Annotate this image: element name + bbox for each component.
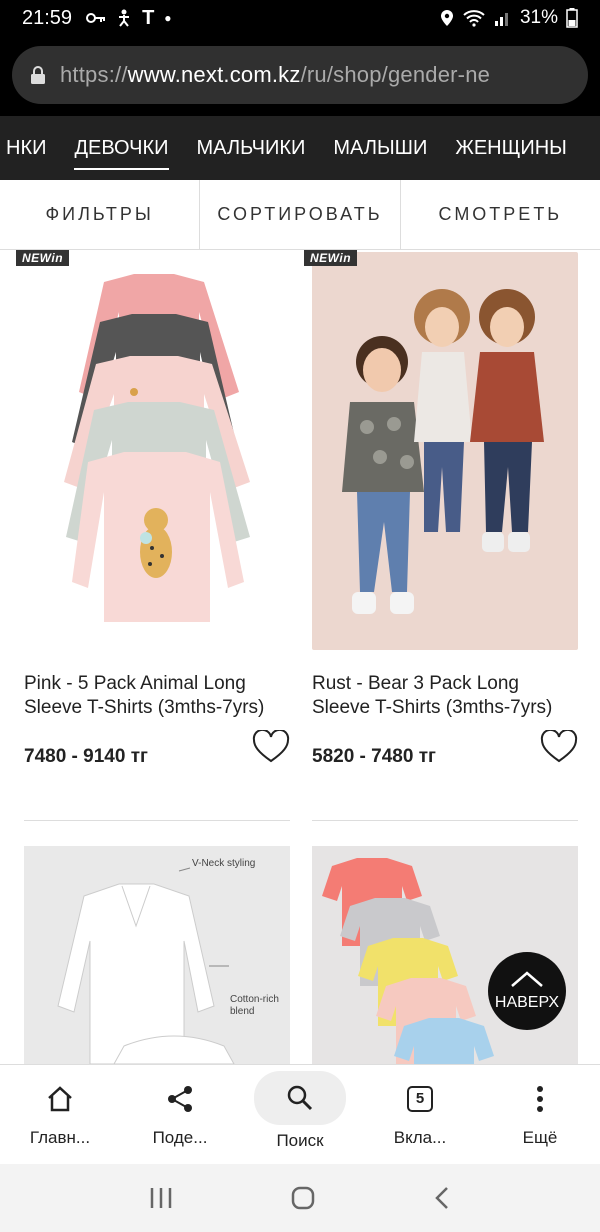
url-bar[interactable]: https://www.next.com.kz/ru/shop/gender-n… (12, 46, 588, 104)
tabs-count: 5 (415, 1090, 425, 1107)
sort-button[interactable]: СОРТИРОВАТЬ (200, 180, 401, 249)
url-scheme: https:// (60, 62, 128, 87)
product-card[interactable]: NEWin Rust - Bear 3 Pack Long Sleeve T-S… (304, 250, 578, 768)
tabs-icon: 5 (407, 1085, 433, 1112)
url-text: https://www.next.com.kz/ru/shop/gender-n… (60, 62, 490, 88)
category-tab-shoes[interactable]: НКИ (0, 137, 60, 160)
share-icon (168, 1085, 192, 1112)
home-icon (48, 1085, 72, 1111)
search-label: Поиск (276, 1130, 324, 1150)
category-tab-boys[interactable]: МАЛЬЧИКИ (183, 137, 320, 160)
annotation-cotton-line1: Cotton-rich (230, 994, 279, 1005)
home-label: Главн... (29, 1127, 91, 1147)
battery-percent: 31% (519, 7, 558, 28)
product-image[interactable] (24, 252, 290, 650)
view-button[interactable]: СМОТРЕТЬ (401, 180, 600, 249)
back-nav-icon[interactable] (432, 1185, 452, 1211)
product-title[interactable]: Pink - 5 Pack Animal Long Sleeve T-Shirt… (24, 672, 290, 720)
location-icon (440, 10, 453, 26)
status-bar: 21:59 T ● 31% (0, 0, 600, 36)
product-image[interactable]: V-Neck styling Cotton-rich blend (24, 846, 290, 1064)
divider (312, 820, 578, 821)
dot-icon: ● (164, 11, 172, 25)
home-nav-icon[interactable] (290, 1185, 316, 1211)
heart-icon[interactable] (252, 730, 290, 764)
filters-button[interactable]: ФИЛЬТРЫ (0, 180, 201, 249)
recent-apps-icon[interactable] (148, 1186, 174, 1210)
children-photo (342, 289, 544, 614)
url-path: /ru/shop/gender-ne (300, 62, 491, 87)
tabs-button[interactable]: 5 Вкла... (360, 1065, 480, 1164)
browser-toolbar: https://www.next.com.kz/ru/shop/gender-n… (0, 36, 600, 116)
annotation-cotton: Cotton-rich blend (230, 994, 279, 1018)
search-icon (287, 1085, 313, 1110)
category-tab-girls[interactable]: ДЕВОЧКИ (60, 137, 182, 170)
category-nav: НКИ ДЕВОЧКИ МАЛЬЧИКИ МАЛЫШИ ЖЕНЩИНЫ (0, 116, 600, 180)
share-button[interactable]: Поде... (120, 1065, 240, 1164)
product-title[interactable]: Rust - Bear 3 Pack Long Sleeve T-Shirts … (312, 672, 578, 720)
more-vert-icon (537, 1085, 543, 1112)
system-navigation-bar (0, 1164, 600, 1232)
more-label: Ещё (522, 1127, 558, 1147)
accessibility-icon (119, 9, 130, 27)
key-icon (86, 13, 106, 23)
product-price: 5820 - 7480 тг (312, 746, 436, 767)
tshirt-stack-illustration (64, 274, 250, 622)
back-to-top-label: НАВЕРХ (494, 994, 560, 1011)
annotation-cotton-line2: blend (230, 1006, 255, 1017)
heart-icon[interactable] (540, 730, 578, 764)
browser-bottom-toolbar: Главн... Поде... Поиск 5 Вкла... Ещё (0, 1064, 600, 1164)
signal-icon (494, 13, 508, 26)
product-image[interactable] (312, 252, 578, 650)
battery-icon (566, 8, 578, 28)
lock-icon (31, 66, 45, 84)
t-icon: T (142, 6, 155, 29)
filter-row: ФИЛЬТРЫ СОРТИРОВАТЬ СМОТРЕТЬ (0, 180, 600, 250)
new-in-badge: NEWin (304, 250, 358, 266)
home-button[interactable]: Главн... (0, 1065, 120, 1164)
new-in-badge: NEWin (16, 250, 70, 266)
chevron-up-icon (511, 971, 543, 987)
divider (24, 820, 290, 821)
share-label: Поде... (152, 1127, 208, 1147)
back-to-top-button[interactable]: НАВЕРХ (488, 952, 566, 1030)
category-tab-babies[interactable]: МАЛЫШИ (319, 137, 441, 160)
url-host: www.next.com.kz (127, 62, 301, 87)
product-price: 7480 - 9140 тг (24, 746, 148, 767)
annotation-vneck: V-Neck styling (192, 858, 256, 869)
search-button[interactable]: Поиск (240, 1065, 360, 1164)
category-tab-women[interactable]: ЖЕНЩИНЫ (441, 137, 581, 160)
product-card[interactable]: NEWin Pink - 5 Pack Animal Long Sleeve T… (16, 250, 290, 768)
wifi-icon (463, 10, 485, 27)
status-time: 21:59 (22, 6, 73, 29)
polo-shirt-illustration (57, 867, 235, 1064)
tabs-label: Вкла... (393, 1127, 447, 1147)
more-button[interactable]: Ещё (480, 1065, 600, 1164)
